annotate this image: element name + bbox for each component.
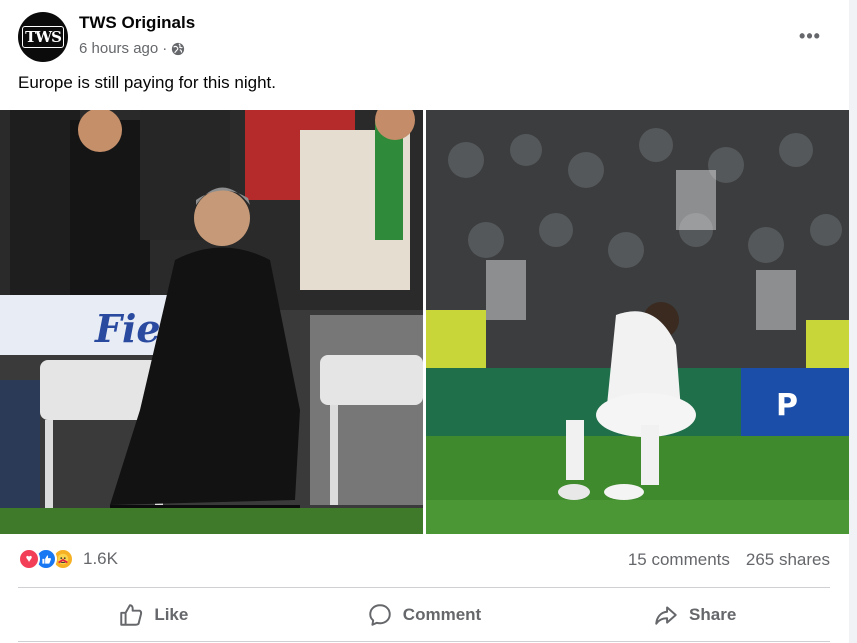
post-header: TWS TWS Originals 6 hours ago · •••: [18, 12, 838, 62]
like-icon: [120, 604, 143, 626]
avatar[interactable]: TWS: [18, 12, 68, 62]
more-options-icon[interactable]: •••: [792, 18, 828, 54]
shares-count[interactable]: 265 shares: [746, 550, 830, 570]
photo-right-scene: P: [426, 110, 849, 534]
post-photo-left[interactable]: Fiele: [0, 110, 423, 534]
comments-count[interactable]: 15 comments: [628, 550, 730, 570]
avatar-logo: TWS: [22, 26, 64, 48]
board-logo: P: [776, 388, 798, 423]
post-card: TWS TWS Originals 6 hours ago · ••• Euro…: [0, 0, 849, 643]
comment-label: Comment: [402, 605, 482, 624]
share-icon: [655, 606, 677, 625]
post-time[interactable]: 6 hours ago: [79, 40, 158, 57]
divider: [18, 587, 830, 588]
love-icon: ♥: [18, 548, 40, 570]
comment-icon: [369, 604, 391, 626]
share-label: Share: [689, 605, 737, 624]
post-stats: ♥ 1.6K 15 comments 265 shares: [18, 546, 830, 576]
comment-button[interactable]: Comment: [289, 592, 560, 638]
page-name[interactable]: TWS Originals: [79, 13, 195, 33]
photo-left-scene: Fiele: [0, 110, 423, 534]
globe-icon: [171, 42, 185, 56]
like-button[interactable]: Like: [18, 592, 289, 638]
meta-separator: ·: [162, 40, 168, 57]
post-actions: Like Comment Share: [18, 592, 830, 638]
like-label: Like: [154, 605, 189, 624]
reaction-count[interactable]: 1.6K: [83, 549, 118, 569]
reactions-summary[interactable]: ♥ 1.6K: [18, 548, 118, 570]
share-button[interactable]: Share: [559, 592, 830, 638]
post-text: Europe is still paying for this night.: [18, 73, 276, 92]
post-photo-right[interactable]: P: [426, 110, 849, 534]
post-meta: 6 hours ago ·: [79, 40, 185, 57]
stats-right: 15 comments 265 shares: [628, 550, 830, 570]
divider: [18, 641, 830, 642]
